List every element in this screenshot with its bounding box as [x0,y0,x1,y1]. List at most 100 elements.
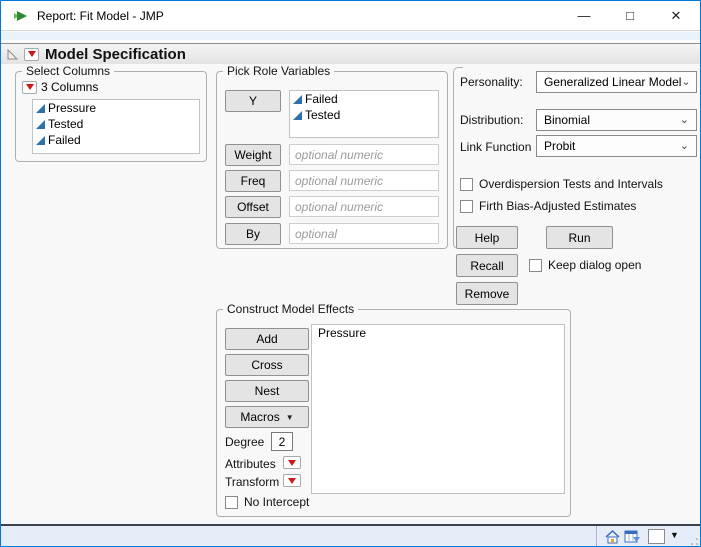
red-triangle-icon [288,459,296,466]
column-item-tested[interactable]: Tested [33,116,199,132]
columns-count-label: 3 Columns [41,80,99,94]
firth-label: Firth Bias-Adjusted Estimates [479,199,637,213]
y-item-failed[interactable]: Failed [290,91,438,107]
by-field[interactable] [289,223,439,244]
model-specification-header: Model Specification [1,43,700,64]
y-role-list: Failed Tested [289,90,439,138]
transform-red-triangle-button[interactable] [283,474,301,487]
red-triangle-icon [288,477,296,484]
data-table-icon[interactable] [624,529,641,545]
chevron-down-icon: ⌄ [679,140,689,152]
construct-model-effects-legend: Construct Model Effects [223,302,359,316]
jmp-fit-model-window: Report: Fit Model - JMP — □ ✕ Model Spec… [0,0,701,547]
column-label: Failed [48,133,81,147]
freq-role-button[interactable]: Freq [225,170,281,192]
personality-label: Personality: [460,75,523,89]
dropdown-triangle-icon: ▼ [285,412,294,422]
help-button[interactable]: Help [456,226,518,249]
distribution-value: Binomial [544,113,591,127]
home-icon[interactable] [604,529,621,545]
no-intercept-checkbox[interactable] [225,495,238,509]
run-button[interactable]: Run [546,226,613,249]
jmp-app-icon [14,11,27,21]
minimize-button[interactable]: — [561,1,607,30]
no-intercept-row: No Intercept [225,495,309,509]
continuous-column-icon [293,110,302,120]
column-item-failed[interactable]: Failed [33,132,199,148]
offset-field[interactable] [289,196,439,217]
degree-label: Degree [225,435,265,449]
construct-model-effects-group: Construct Model Effects Add Cross Nest M… [216,302,571,517]
continuous-column-icon [36,103,45,113]
chevron-down-icon: ⌄ [681,76,691,88]
status-dropdown-triangle-icon[interactable]: ▼ [670,530,679,540]
distribution-label: Distribution: [460,113,524,127]
effect-item-pressure[interactable]: Pressure [312,325,564,341]
columns-red-triangle-button[interactable] [22,80,37,94]
red-triangle-icon [27,51,36,57]
window-state-box[interactable] [648,529,665,544]
status-separator [596,526,597,546]
recall-button[interactable]: Recall [456,254,518,277]
effect-label: Pressure [318,326,367,340]
red-triangle-menu-button[interactable] [24,47,39,61]
cross-button[interactable]: Cross [225,354,309,376]
personality-dropdown[interactable]: Generalized Linear Model ⌄ [536,71,697,93]
keep-dialog-open-label: Keep dialog open [548,258,642,272]
red-triangle-icon [25,84,34,90]
dialog-content: Select Columns 3 Columns Pressure Tested [1,64,700,524]
window-title: Report: Fit Model - JMP [37,9,164,23]
macros-button[interactable]: Macros ▼ [225,406,309,428]
firth-checkbox-row: Firth Bias-Adjusted Estimates [460,199,636,213]
y-item-label: Tested [305,108,341,122]
degree-input[interactable] [271,432,293,451]
continuous-column-icon [293,94,302,104]
columns-list: Pressure Tested Failed [32,99,200,154]
weight-role-button[interactable]: Weight [225,144,281,166]
overdispersion-checkbox-row: Overdispersion Tests and Intervals [460,177,663,191]
weight-field[interactable] [289,144,439,165]
offset-role-button[interactable]: Offset [225,196,281,218]
keep-dialog-open-row: Keep dialog open [529,258,641,272]
status-bar: ▼ [1,526,700,546]
by-role-button[interactable]: By [225,223,281,245]
remove-button[interactable]: Remove [456,282,518,305]
overdispersion-label: Overdispersion Tests and Intervals [479,177,663,191]
toolbar-band [1,32,700,42]
y-item-tested[interactable]: Tested [290,107,438,123]
column-label: Pressure [48,101,97,115]
column-label: Tested [48,117,84,131]
continuous-column-icon [36,135,45,145]
link-function-label: Link Function [460,140,532,154]
y-item-label: Failed [305,92,338,106]
select-columns-group: Select Columns 3 Columns Pressure Tested [15,64,207,162]
maximize-button[interactable]: □ [607,1,653,30]
firth-checkbox[interactable] [460,199,473,213]
distribution-dropdown[interactable]: Binomial ⌄ [536,109,697,131]
y-role-button[interactable]: Y [225,90,281,112]
pick-role-variables-group: Pick Role Variables Y Failed Tested Weig… [216,64,448,249]
freq-field[interactable] [289,170,439,191]
disclosure-icon[interactable] [6,47,19,61]
nest-button[interactable]: Nest [225,380,309,402]
transform-label: Transform [225,475,280,489]
close-button[interactable]: ✕ [653,1,699,30]
attributes-label: Attributes [225,457,276,471]
no-intercept-label: No Intercept [244,495,310,509]
options-group-border [453,67,463,249]
overdispersion-checkbox[interactable] [460,177,473,191]
resize-grip-icon[interactable] [686,533,698,545]
select-columns-legend: Select Columns [22,64,115,78]
column-item-pressure[interactable]: Pressure [33,100,199,116]
chevron-down-icon: ⌄ [679,114,689,126]
link-function-dropdown[interactable]: Probit ⌄ [536,135,697,157]
keep-dialog-open-checkbox[interactable] [529,258,542,272]
personality-value: Generalized Linear Model [544,75,682,89]
title-bar: Report: Fit Model - JMP — □ ✕ [1,1,700,31]
attributes-red-triangle-button[interactable] [283,456,301,469]
add-button[interactable]: Add [225,328,309,350]
section-title: Model Specification [45,45,186,63]
macros-label: Macros [240,410,280,424]
model-effects-list: Pressure [311,324,565,494]
link-function-value: Probit [544,139,576,153]
